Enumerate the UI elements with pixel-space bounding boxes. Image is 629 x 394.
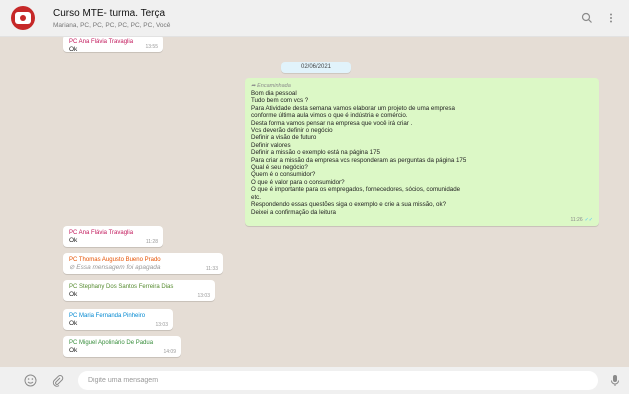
message-text: Ok bbox=[69, 320, 78, 327]
message-time: 11:26 ✓✓ bbox=[570, 217, 593, 223]
forwarded-line: Desta forma vamos pensar na empresa que … bbox=[251, 119, 413, 127]
search-icon[interactable] bbox=[581, 12, 593, 24]
paperclip-icon[interactable] bbox=[51, 374, 64, 387]
microphone-icon[interactable] bbox=[609, 374, 621, 387]
forwarded-message-bubble[interactable]: ➦ Encaminhada Bom dia pessoal Tudo bem co… bbox=[245, 78, 599, 226]
message-time: 11:33 bbox=[205, 266, 218, 272]
chat-members[interactable]: Mariana, PC, PC, PC, PC, PC, PC, Você bbox=[53, 22, 170, 29]
sender-name: PC Thomas Augusto Bueno Prado bbox=[69, 257, 161, 263]
forwarded-line: conforme última aula vimos o que é indús… bbox=[251, 112, 408, 120]
sender-name: PC Miguel Apolinário De Padua bbox=[69, 340, 154, 346]
forwarded-text: Encaminhada bbox=[257, 83, 291, 89]
message-text: Ok bbox=[69, 347, 78, 354]
forwarded-label: ➦ Encaminhada bbox=[251, 82, 593, 90]
forwarded-line: Definir valores bbox=[251, 141, 291, 149]
message-bubble[interactable]: PC Ana Flávia Travaglia Ok 11:28 bbox=[63, 226, 163, 247]
forwarded-line: Deixei a confirmação da leitura bbox=[251, 208, 336, 216]
forwarded-line: Bom dia pessoal bbox=[251, 90, 297, 97]
forwarded-line: O que é importante para os empregados, f… bbox=[251, 186, 461, 194]
forwarded-line: Para criar a missão da empresa vcs respo… bbox=[251, 156, 467, 164]
message-text: Ok bbox=[69, 237, 78, 244]
forwarded-line: Qual é seu negócio? bbox=[251, 164, 308, 172]
message-time-text: 11:26 bbox=[570, 217, 583, 223]
message-bubble[interactable]: PC Miguel Apolinário De Padua Ok 14:09 bbox=[63, 336, 181, 357]
forwarded-line: O que é valor para o consumidor? bbox=[251, 178, 345, 186]
message-text: Ok bbox=[69, 46, 78, 53]
sender-name: PC Maria Fernanda Pinheiro bbox=[69, 313, 146, 319]
forwarded-line: Vcs deverão definir o negócio bbox=[251, 127, 333, 135]
forwarded-body: Bom dia pessoal Tudo bem com vcs ? Para At… bbox=[251, 90, 593, 216]
compose-bar bbox=[0, 367, 629, 394]
forwarded-line: Definir a visão de futuro bbox=[251, 134, 317, 142]
forwarded-line: Respondendo essas questões siga o exempl… bbox=[251, 201, 447, 209]
avatar-dot bbox=[20, 15, 26, 21]
forwarded-line: Definir a missão o exemplo está na págin… bbox=[251, 149, 380, 157]
chat-area[interactable]: PC Ana Flávia Travaglia Ok 13:55 02/06/2… bbox=[0, 37, 629, 367]
message-bubble[interactable]: PC Ana Flávia Travaglia Ok 13:55 bbox=[63, 37, 163, 53]
sender-name: PC Ana Flávia Travaglia bbox=[69, 39, 134, 45]
message-time: 14:09 bbox=[163, 349, 176, 355]
message-time: 13:55 bbox=[145, 44, 158, 50]
message-bubble[interactable]: PC Maria Fernanda Pinheiro Ok 13:03 bbox=[63, 309, 173, 330]
chat-title[interactable]: Curso MTE- turma. Terça bbox=[53, 8, 165, 19]
double-check-icon: ✓✓ bbox=[584, 217, 593, 223]
sender-name: PC Stephany Dos Santos Ferreira Dias bbox=[69, 284, 174, 290]
emoji-icon[interactable] bbox=[24, 374, 37, 387]
forwarded-line: etc. bbox=[251, 193, 261, 201]
message-bubble[interactable]: PC Stephany Dos Santos Ferreira Dias Ok 13… bbox=[63, 280, 215, 301]
message-time: 13:03 bbox=[155, 322, 168, 328]
sender-name: PC Ana Flávia Travaglia bbox=[69, 230, 134, 236]
forwarded-line: Quem é o consumidor? bbox=[251, 171, 316, 179]
message-text: Ok bbox=[69, 291, 78, 298]
forwarded-line: Tudo bem com vcs ? bbox=[251, 97, 309, 105]
date-chip: 02/06/2021 bbox=[281, 62, 351, 73]
message-input[interactable] bbox=[78, 371, 598, 390]
message-time: 13:03 bbox=[197, 293, 210, 299]
forwarded-line: Para Atividade desta semana vamos elabor… bbox=[251, 104, 455, 112]
deleted-text: Essa mensagem foi apagada bbox=[76, 264, 161, 271]
kebab-menu-icon[interactable] bbox=[605, 12, 617, 24]
group-avatar[interactable] bbox=[11, 6, 35, 30]
message-time: 11:28 bbox=[145, 239, 158, 245]
deleted-message: ⊘ Essa mensagem foi apagada bbox=[69, 264, 217, 272]
message-bubble[interactable]: PC Thomas Augusto Bueno Prado ⊘ Essa mens… bbox=[63, 253, 223, 274]
chat-header: Curso MTE- turma. Terça Mariana, PC, PC,… bbox=[0, 0, 629, 37]
